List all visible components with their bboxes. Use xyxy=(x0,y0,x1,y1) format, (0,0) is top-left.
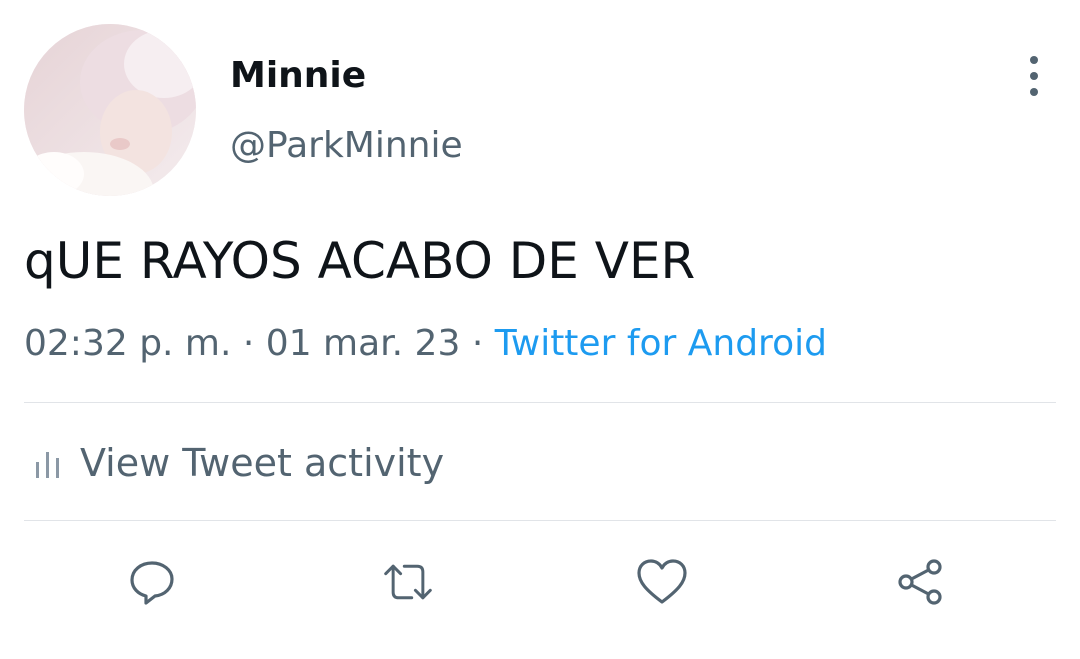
more-vertical-icon[interactable] xyxy=(1016,56,1052,96)
menu-dot xyxy=(1030,88,1038,96)
share-button[interactable] xyxy=(894,556,946,608)
tweet-source-link[interactable]: Twitter for Android xyxy=(495,323,827,364)
activity-label: View Tweet activity xyxy=(80,441,445,485)
meta-separator: · xyxy=(231,323,266,364)
share-icon xyxy=(898,559,942,605)
bar-chart-icon xyxy=(34,446,62,480)
divider xyxy=(24,520,1056,521)
author-handle[interactable]: @ParkMinnie xyxy=(230,124,463,168)
reply-button[interactable] xyxy=(126,556,178,608)
tweet-text: qUE RAYOS ACABO DE VER xyxy=(24,232,696,290)
tweet-date[interactable]: 01 mar. 23 xyxy=(266,323,461,364)
author-name[interactable]: Minnie xyxy=(230,54,366,98)
meta-separator: · xyxy=(460,323,495,364)
retweet-button[interactable] xyxy=(382,556,434,608)
divider xyxy=(24,402,1056,403)
view-tweet-activity-button[interactable]: View Tweet activity xyxy=(34,438,444,488)
menu-dot xyxy=(1030,56,1038,64)
heart-icon xyxy=(637,559,687,604)
tweet-meta: 02:32 p. m. · 01 mar. 23 · Twitter for A… xyxy=(24,320,827,368)
reply-icon xyxy=(130,561,174,605)
like-button[interactable] xyxy=(636,556,688,608)
tweet-time[interactable]: 02:32 p. m. xyxy=(24,323,231,364)
avatar-image xyxy=(24,24,196,196)
menu-dot xyxy=(1030,72,1038,80)
avatar[interactable] xyxy=(24,24,196,196)
retweet-icon xyxy=(384,564,432,600)
